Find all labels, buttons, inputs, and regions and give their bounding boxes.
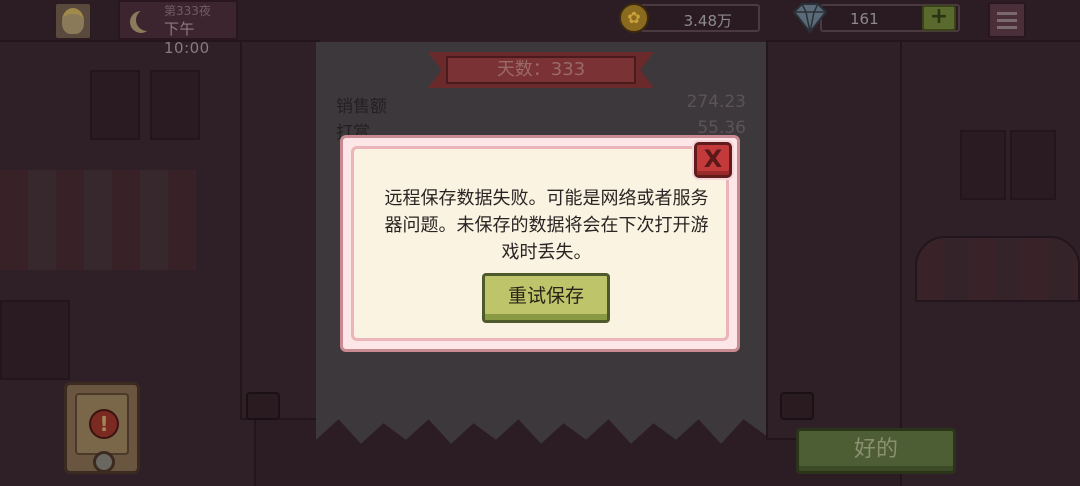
add-gems-button[interactable]: + (922, 5, 956, 31)
player-avatar[interactable] (54, 2, 92, 40)
card-indicator (93, 451, 115, 473)
time-label: 下午10:00 (164, 20, 210, 57)
receipt-title: 天数：333 (446, 56, 636, 84)
day-label: 第333夜 (164, 4, 211, 18)
exclamation-icon: ! (89, 409, 119, 439)
dialog-message: 远程保存数据失败。可能是网络或者服务器问题。未保存的数据将会在下次打开游戏时丢失… (384, 188, 709, 263)
receipt-row-label: 销售额 (336, 97, 387, 117)
retry-save-button[interactable]: 重试保存 (482, 273, 610, 323)
day-time-panel: 第333夜 下午10:00 (118, 0, 238, 57)
coin-value: 3.48万 (683, 12, 732, 30)
ok-button[interactable]: 好的 (796, 428, 956, 474)
save-failed-dialog: 远程保存数据失败。可能是网络或者服务器问题。未保存的数据将会在下次打开游戏时丢失… (340, 135, 740, 352)
diamond-icon (792, 3, 828, 34)
moon-icon (136, 9, 158, 31)
coin-counter: 3.48万 (640, 4, 760, 32)
gem-value: 161 (850, 10, 879, 28)
close-icon[interactable]: X (694, 142, 732, 178)
alert-card[interactable]: ! (64, 382, 140, 474)
receipt-row-value: 274.23 (686, 92, 746, 112)
menu-icon[interactable] (988, 2, 1026, 38)
coin-icon: ✿ (619, 3, 649, 33)
